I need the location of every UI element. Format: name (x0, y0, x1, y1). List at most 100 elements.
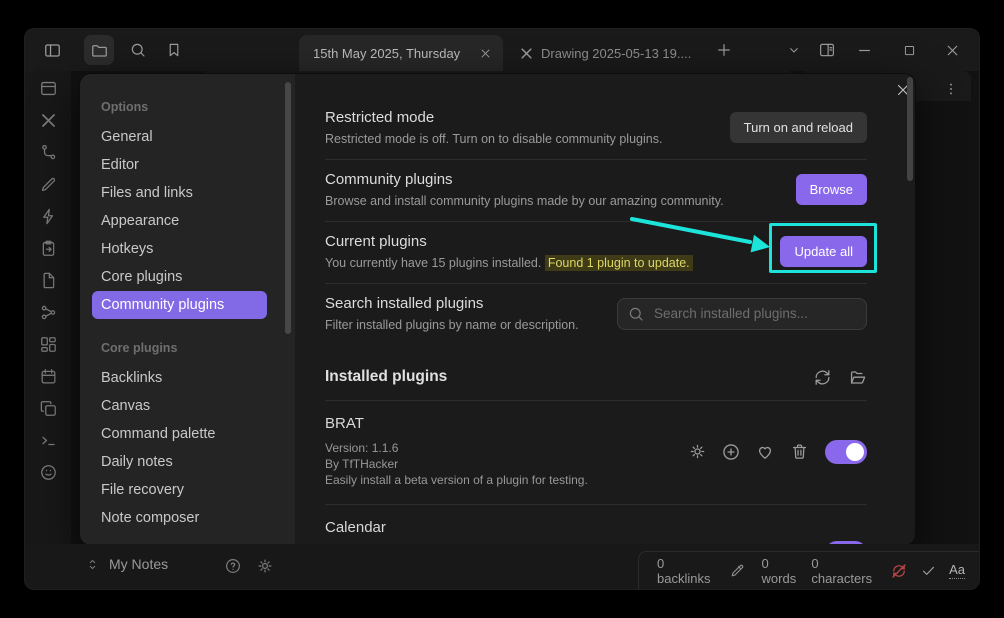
nav-item-file-recovery[interactable]: File recovery (92, 476, 267, 504)
copy-icon (39, 399, 58, 418)
ribbon-calendar-button[interactable] (38, 367, 58, 386)
minimize-icon (856, 42, 873, 59)
nav-item-backlinks[interactable]: Backlinks (92, 364, 267, 392)
chevron-down-icon (786, 42, 802, 58)
plugin-settings-button[interactable] (687, 442, 707, 462)
plugin-version: Version: 1.1.6 (325, 440, 588, 456)
turn-on-and-reload-button[interactable]: Turn on and reload (730, 112, 867, 143)
ribbon-dashboard-button[interactable] (38, 335, 58, 354)
git-graph-icon (39, 143, 58, 162)
help-button[interactable] (223, 556, 243, 576)
tab-label: 15th May 2025, Thursday (313, 46, 460, 61)
nav-item-core-plugins[interactable]: Core plugins (92, 263, 267, 291)
excalidraw-pickaxe-icon (519, 46, 534, 61)
tab-label: Drawing 2025-05-13 19.... (541, 46, 691, 61)
plugin-donate-button[interactable] (755, 442, 775, 462)
minimize-button[interactable] (854, 40, 874, 60)
more-options-button[interactable] (941, 79, 961, 99)
excalidraw-pickaxe-icon (39, 111, 58, 130)
vault-switcher[interactable]: My Notes (85, 556, 168, 572)
maximize-button[interactable] (899, 40, 919, 60)
search-icon (129, 41, 147, 59)
bookmark-icon (165, 41, 183, 59)
nav-scrollbar[interactable] (285, 82, 291, 334)
font-toggle-button[interactable]: Aa (949, 562, 965, 579)
plugin-enable-toggle[interactable] (825, 440, 867, 464)
tab-daily-note[interactable]: 15th May 2025, Thursday (299, 35, 503, 71)
plugin-delete-button[interactable] (789, 442, 809, 462)
character-count: 0 characters (811, 556, 872, 586)
plugin-search-input[interactable] (617, 298, 867, 330)
close-icon (478, 46, 493, 61)
nav-item-general[interactable]: General (92, 123, 267, 151)
nav-item-editor[interactable]: Editor (92, 151, 267, 179)
status-panel: 0 backlinks 0 words 0 characters Aa (638, 551, 979, 589)
ribbon-share-button[interactable] (38, 303, 58, 322)
plus-icon (715, 41, 733, 59)
gallery-top-icon (39, 79, 58, 98)
nav-item-appearance[interactable]: Appearance (92, 207, 267, 235)
tab-close-button[interactable] (478, 46, 493, 61)
ribbon-file-export-button[interactable] (38, 271, 58, 290)
tab-list-button[interactable] (784, 40, 804, 60)
ribbon-zap-button[interactable] (38, 207, 58, 226)
update-found-highlight: Found 1 plugin to update. (545, 255, 693, 271)
vault-name: My Notes (109, 556, 168, 572)
ribbon-terminal-button[interactable] (38, 431, 58, 450)
update-all-button[interactable]: Update all (780, 236, 867, 267)
plugin-desc: Easily install a beta version of a plugi… (325, 472, 588, 488)
files-button[interactable] (84, 35, 114, 65)
refresh-icon (813, 368, 832, 387)
nav-header-core-plugins: Core plugins (101, 341, 267, 355)
share-icon (39, 303, 58, 322)
titlebar: 15th May 2025, Thursday Drawing 2025-05-… (25, 29, 979, 71)
settings-scrollbar[interactable] (907, 77, 913, 181)
window-close-button[interactable] (942, 40, 962, 60)
setting-current-plugins: Current plugins You currently have 15 pl… (325, 221, 867, 283)
setting-search-plugins: Search installed plugins Filter installe… (325, 283, 867, 345)
reading-view-button[interactable] (817, 40, 837, 60)
settings-content: Restricted mode Restricted mode is off. … (295, 74, 915, 545)
sidebar-left-toggle-button[interactable] (42, 40, 62, 60)
pen-icon (39, 175, 58, 194)
vertical-dots-icon (943, 81, 959, 97)
ribbon-pen-button[interactable] (38, 175, 58, 194)
bookmarks-button[interactable] (164, 40, 184, 60)
edit-mode-toggle[interactable] (729, 561, 746, 581)
sidebar-left-icon (43, 41, 62, 60)
tab-drawing[interactable]: Drawing 2025-05-13 19.... (511, 35, 701, 71)
nav-item-community-plugins[interactable]: Community plugins (92, 291, 267, 319)
nav-item-note-composer[interactable]: Note composer (92, 504, 267, 532)
folder-icon (90, 41, 109, 60)
check-for-updates-button[interactable] (812, 367, 832, 387)
ribbon (25, 71, 71, 544)
nav-item-daily-notes[interactable]: Daily notes (92, 448, 267, 476)
sync-status-button[interactable] (890, 561, 908, 581)
new-tab-button[interactable] (714, 40, 734, 60)
folder-open-icon (848, 368, 867, 387)
ribbon-clipboard-button[interactable] (38, 239, 58, 258)
plugin-install-version-button[interactable] (721, 442, 741, 462)
obsidian-window: 15th May 2025, Thursday Drawing 2025-05-… (24, 28, 980, 590)
statusbar: My Notes 0 backlinks 0 words 0 character… (25, 544, 979, 589)
trash-icon (790, 442, 809, 461)
search-button[interactable] (128, 40, 148, 60)
calendar-icon (39, 367, 58, 386)
save-status-button[interactable] (920, 561, 937, 581)
browse-button[interactable]: Browse (796, 174, 867, 205)
settings-button[interactable] (255, 556, 275, 576)
nav-item-command-palette[interactable]: Command palette (92, 420, 267, 448)
ribbon-copy-button[interactable] (38, 399, 58, 418)
ribbon-smile-button[interactable] (38, 463, 58, 482)
clipboard-paste-icon (39, 239, 58, 258)
ribbon-git-button[interactable] (38, 143, 58, 162)
open-plugins-folder-button[interactable] (847, 367, 867, 387)
ribbon-excalidraw-button[interactable] (38, 111, 58, 130)
nav-item-files-and-links[interactable]: Files and links (92, 179, 267, 207)
sync-off-icon (890, 562, 908, 580)
ribbon-gallery-button[interactable] (38, 79, 58, 98)
close-icon (944, 42, 961, 59)
nav-item-hotkeys[interactable]: Hotkeys (92, 235, 267, 263)
nav-item-canvas[interactable]: Canvas (92, 392, 267, 420)
nav-header-options: Options (101, 100, 267, 114)
